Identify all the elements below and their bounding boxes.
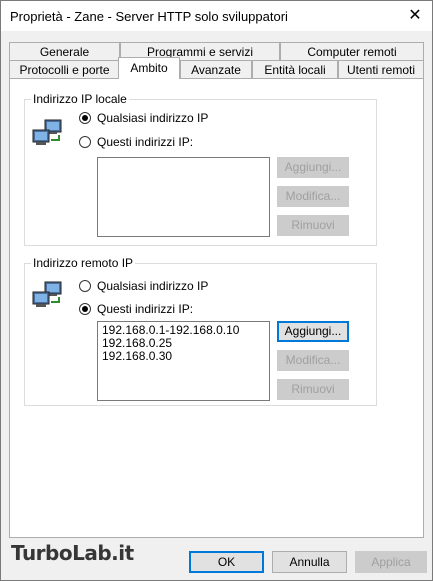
- local-these-ip-radio[interactable]: [79, 136, 91, 148]
- properties-dialog: Proprietà - Zane - Server HTTP solo svil…: [0, 0, 433, 581]
- list-item[interactable]: 192.168.0.30: [102, 350, 265, 363]
- tab-avanzate[interactable]: Avanzate: [180, 60, 252, 78]
- remote-any-ip-radio[interactable]: [79, 280, 91, 292]
- local-add-button[interactable]: Aggiungi...: [277, 157, 349, 178]
- remote-edit-button[interactable]: Modifica...: [277, 350, 349, 371]
- local-any-ip-option[interactable]: Qualsiasi indirizzo IP: [79, 111, 208, 125]
- tab-ambito[interactable]: Ambito: [118, 57, 180, 79]
- local-any-ip-radio[interactable]: [79, 112, 91, 124]
- apply-button[interactable]: Applica: [355, 551, 427, 573]
- remote-add-button[interactable]: Aggiungi...: [277, 321, 349, 342]
- remote-these-ip-label: Questi indirizzi IP:: [97, 302, 194, 316]
- local-these-ip-option[interactable]: Questi indirizzi IP:: [79, 135, 193, 149]
- network-computers-icon: [32, 119, 62, 145]
- local-these-ip-label: Questi indirizzi IP:: [97, 135, 194, 149]
- remote-these-ip-radio[interactable]: [79, 303, 91, 315]
- remote-ip-group: Indirizzo remoto IP Qualsiasi indirizzo …: [24, 256, 377, 406]
- window-title: Proprietà - Zane - Server HTTP solo svil…: [10, 9, 288, 24]
- local-ip-group: Indirizzo IP locale Qualsiasi indirizzo …: [24, 92, 377, 246]
- remote-ip-group-label: Indirizzo remoto IP: [31, 256, 136, 270]
- tab-entita-locali[interactable]: Entità locali: [252, 60, 338, 78]
- title-bar: Proprietà - Zane - Server HTTP solo svil…: [1, 1, 432, 31]
- tab-panel-ambito: Indirizzo IP locale Qualsiasi indirizzo …: [9, 78, 424, 538]
- remote-any-ip-option[interactable]: Qualsiasi indirizzo IP: [79, 279, 208, 293]
- local-any-ip-label: Qualsiasi indirizzo IP: [97, 111, 209, 125]
- remote-these-ip-option[interactable]: Questi indirizzi IP:: [79, 302, 193, 316]
- tab-protocolli-e-porte[interactable]: Protocolli e porte: [9, 60, 120, 78]
- ok-button[interactable]: OK: [189, 551, 264, 573]
- tab-utenti-remoti[interactable]: Utenti remoti: [338, 60, 424, 78]
- remote-ip-list[interactable]: 192.168.0.1-192.168.0.10 192.168.0.25 19…: [97, 321, 270, 401]
- local-remove-button[interactable]: Rimuovi: [277, 215, 349, 236]
- remote-remove-button[interactable]: Rimuovi: [277, 379, 349, 400]
- tab-generale[interactable]: Generale: [9, 42, 120, 60]
- network-computers-icon: [32, 281, 62, 307]
- local-ip-group-label: Indirizzo IP locale: [31, 92, 129, 106]
- tab-computer-remoti[interactable]: Computer remoti: [280, 42, 424, 60]
- local-edit-button[interactable]: Modifica...: [277, 186, 349, 207]
- watermark-logo: TurboLab.it: [11, 541, 134, 565]
- close-icon[interactable]: ✕: [404, 5, 426, 27]
- remote-any-ip-label: Qualsiasi indirizzo IP: [97, 279, 209, 293]
- local-ip-list[interactable]: [97, 157, 270, 237]
- cancel-button[interactable]: Annulla: [272, 551, 347, 573]
